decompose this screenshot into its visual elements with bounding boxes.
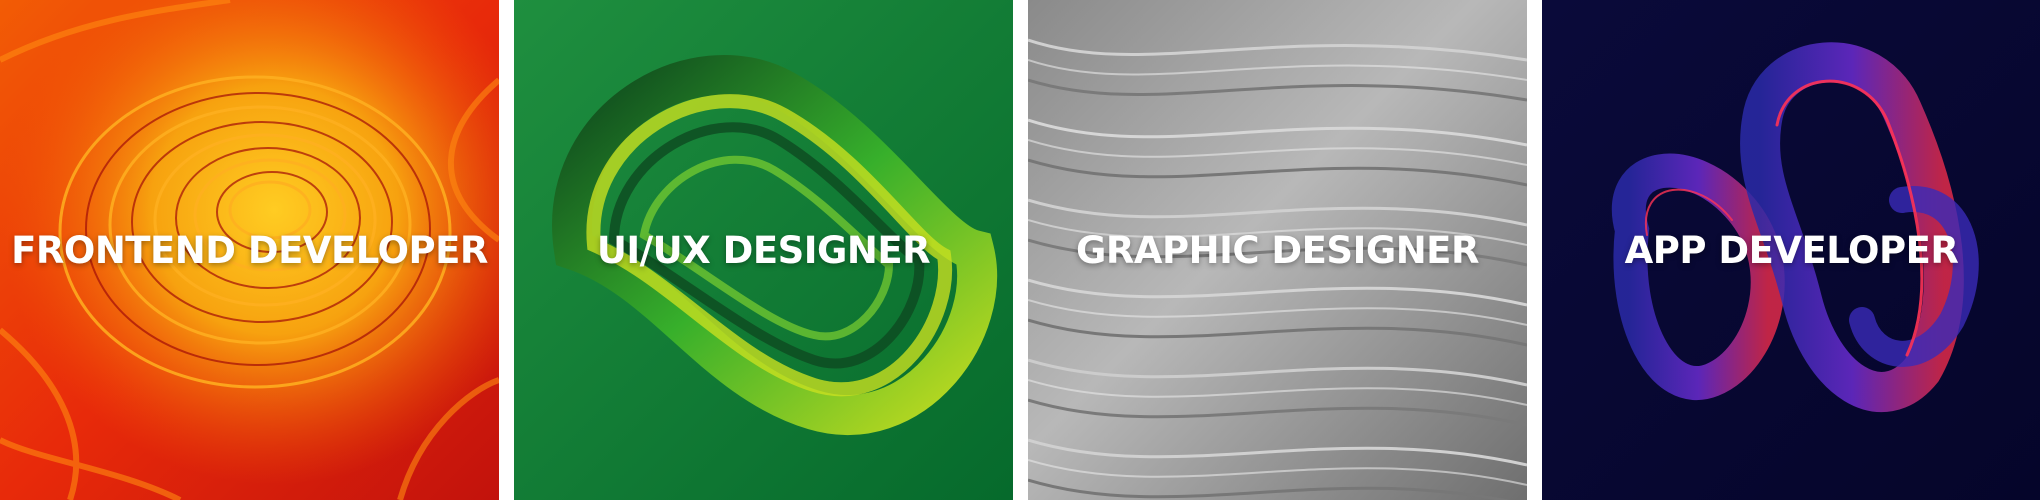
card-graphic-designer[interactable]: GRAPHIC DESIGNER <box>1028 0 1527 500</box>
card-title: UI/UX DESIGNER <box>596 228 931 272</box>
card-title: GRAPHIC DESIGNER <box>1076 228 1479 272</box>
category-cards: FRONTEND DEVELOPER UI/UX DESIGNER GRAPHI… <box>0 0 2040 500</box>
card-frontend-developer[interactable]: FRONTEND DEVELOPER <box>0 0 499 500</box>
card-app-developer[interactable]: APP DEVELOPER <box>1542 0 2040 500</box>
card-uiux-designer[interactable]: UI/UX DESIGNER <box>514 0 1013 500</box>
card-title: FRONTEND DEVELOPER <box>11 228 488 272</box>
card-title: APP DEVELOPER <box>1624 228 1959 272</box>
